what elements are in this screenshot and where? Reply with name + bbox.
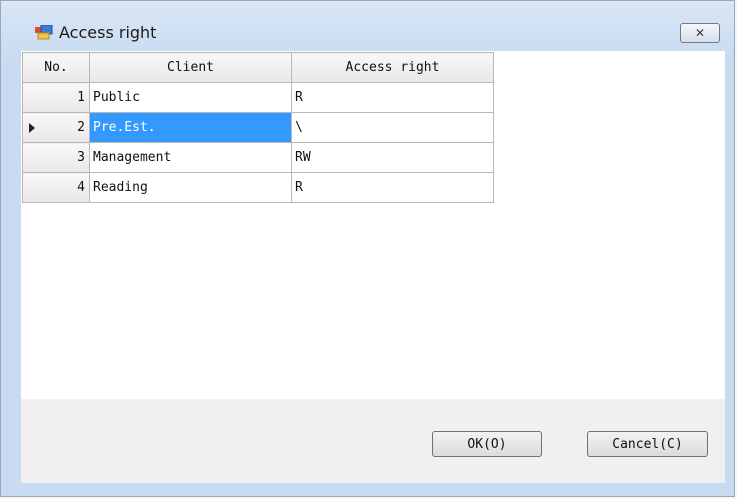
table-row[interactable]: 3 Management RW [22,142,494,173]
row-header[interactable]: 1 [22,82,90,113]
row-header[interactable]: 3 [22,142,90,173]
table-row[interactable]: 4 Reading R [22,172,494,203]
row-number: 3 [77,150,85,165]
client-cell[interactable]: Management [89,142,292,173]
close-button[interactable]: ✕ [680,23,720,43]
close-icon: ✕ [694,26,706,40]
row-header[interactable]: 4 [22,172,90,203]
title-bar[interactable]: Access right ✕ [1,1,734,51]
current-row-pointer-icon [29,123,35,133]
row-header[interactable]: 2 [22,112,90,143]
dialog-title: Access right [59,23,157,42]
client-cell[interactable]: Reading [89,172,292,203]
window-app-icon [35,25,53,40]
access-grid[interactable]: No. Client Access right 1 Public R 2 Pre… [22,52,494,203]
row-number: 2 [77,120,85,135]
ok-button[interactable]: OK(O) [432,431,542,457]
row-number: 4 [77,180,85,195]
grid-header-row: No. Client Access right [22,52,494,83]
row-number: 1 [77,90,85,105]
cancel-button[interactable]: Cancel(C) [587,431,708,457]
button-panel: OK(O) Cancel(C) [21,399,725,483]
access-grid-area: No. Client Access right 1 Public R 2 Pre… [21,51,725,399]
client-cell-selected[interactable]: Pre.Est. [89,112,292,143]
access-right-dialog: Access right ✕ No. Client Access right 1… [0,0,735,497]
access-cell[interactable]: RW [291,142,494,173]
column-header-access-right[interactable]: Access right [291,52,494,83]
table-row[interactable]: 1 Public R [22,82,494,113]
table-row-selected[interactable]: 2 Pre.Est. \ [22,112,494,143]
access-cell[interactable]: R [291,82,494,113]
column-header-no[interactable]: No. [22,52,90,83]
column-header-client[interactable]: Client [89,52,292,83]
dialog-content: No. Client Access right 1 Public R 2 Pre… [21,51,725,483]
access-cell[interactable]: \ [291,112,494,143]
access-cell[interactable]: R [291,172,494,203]
client-cell[interactable]: Public [89,82,292,113]
